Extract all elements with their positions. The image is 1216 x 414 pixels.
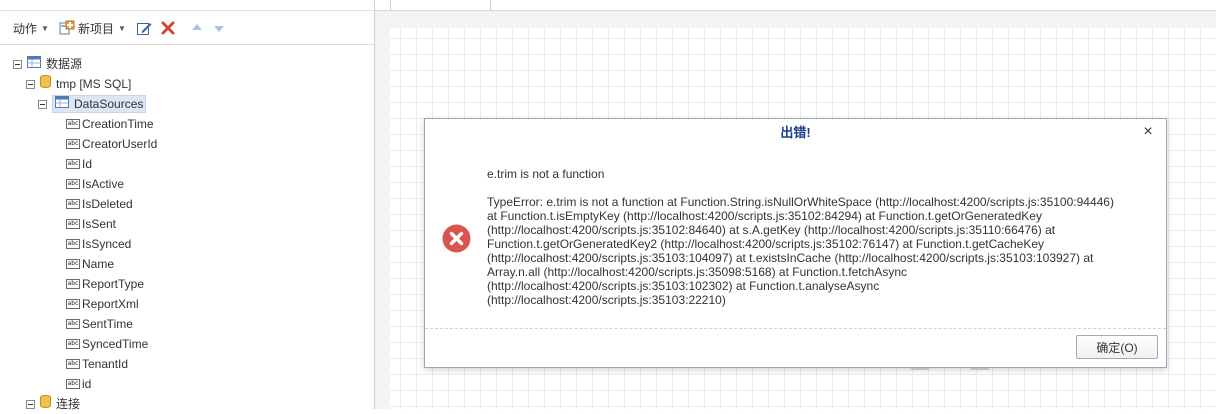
designer-tab-strip	[375, 0, 1216, 11]
error-stack-trace: TypeError: e.trim is not a function at F…	[487, 195, 1114, 307]
database-icon	[40, 74, 51, 94]
tree-field-label: IsDeleted	[82, 197, 133, 211]
tree-field-item[interactable]: abc ReportType	[0, 274, 374, 294]
string-field-icon: abc	[66, 279, 80, 289]
tree-field-item[interactable]: abc IsActive	[0, 174, 374, 194]
string-field-icon: abc	[66, 239, 80, 249]
tree-field-label: IsSynced	[82, 237, 132, 251]
error-icon	[442, 224, 471, 253]
tab-divider	[390, 0, 391, 10]
collapse-toggle-icon[interactable]	[38, 99, 47, 109]
tree-node-label: 连接	[56, 397, 81, 411]
delete-icon[interactable]	[160, 20, 176, 36]
tree-field-label: CreationTime	[82, 117, 154, 131]
tree-field-label: SyncedTime	[82, 337, 149, 351]
ok-button[interactable]: 确定(O)	[1076, 335, 1158, 359]
tree-field-label: ReportXml	[82, 297, 139, 311]
data-dictionary-panel: 动作 ▼ 新项目 ▼ 数据源 tmp [MS SQL] DataSources …	[0, 0, 375, 411]
error-dialog: 出错! × e.trim is not a function TypeError…	[424, 118, 1167, 368]
selected-node: DataSources	[52, 95, 147, 113]
close-icon[interactable]: ×	[1140, 124, 1156, 140]
table-icon	[55, 96, 69, 112]
tree-field-label: ReportType	[82, 277, 145, 291]
tree-node-connection[interactable]: tmp [MS SQL]	[0, 74, 374, 94]
tree-field-item[interactable]: abc IsSent	[0, 214, 374, 234]
tree-field-label: id	[82, 377, 92, 391]
tree-field-label: IsSent	[82, 217, 117, 231]
panel-top-strip	[0, 0, 374, 11]
collapse-toggle-icon[interactable]	[26, 399, 35, 409]
field-list: abc CreationTime abc CreatorUserId abc Id abc I…	[0, 114, 374, 394]
chevron-down-icon: ▼	[117, 23, 126, 33]
tree-field-label: TenantId	[82, 357, 129, 371]
collapse-toggle-icon[interactable]	[26, 79, 35, 89]
string-field-icon: abc	[66, 139, 80, 149]
tree-node-label: DataSources	[74, 97, 144, 111]
string-field-icon: abc	[66, 179, 80, 189]
database-icon	[40, 394, 51, 414]
move-down-icon[interactable]	[212, 21, 226, 35]
collapse-toggle-icon[interactable]	[13, 59, 22, 69]
new-item-label: 新项目	[77, 21, 114, 36]
tree-field-label: IsActive	[82, 177, 125, 191]
tree-field-item[interactable]: abc TenantId	[0, 354, 374, 374]
datasource-folder-icon	[27, 54, 41, 74]
new-item-menu[interactable]: 新项目 ▼	[59, 20, 126, 37]
move-up-icon[interactable]	[190, 21, 204, 35]
tree-node-label: 数据源	[46, 57, 83, 71]
dialog-title: 出错!	[780, 125, 811, 140]
tree-field-label: Name	[82, 257, 115, 271]
tree-field-item[interactable]: abc SentTime	[0, 314, 374, 334]
edit-icon[interactable]	[136, 20, 152, 36]
string-field-icon: abc	[66, 359, 80, 369]
tree-field-label: CreatorUserId	[82, 137, 158, 151]
dictionary-toolbar: 动作 ▼ 新项目 ▼	[0, 12, 374, 45]
error-message: e.trim is not a function	[487, 167, 605, 181]
actions-menu-label: 动作	[13, 21, 38, 36]
tree-field-item[interactable]: abc IsDeleted	[0, 194, 374, 214]
string-field-icon: abc	[66, 299, 80, 309]
dialog-footer-divider	[425, 328, 1166, 329]
tree-field-item[interactable]: abc IsSynced	[0, 234, 374, 254]
new-item-icon	[59, 20, 75, 36]
tree-node-table[interactable]: DataSources	[0, 94, 374, 114]
chevron-down-icon: ▼	[41, 23, 49, 33]
tree-field-item[interactable]: abc Id	[0, 154, 374, 174]
tree-field-item[interactable]: abc CreatorUserId	[0, 134, 374, 154]
tree-field-label: Id	[82, 157, 93, 171]
tree-field-item[interactable]: abc id	[0, 374, 374, 394]
string-field-icon: abc	[66, 219, 80, 229]
string-field-icon: abc	[66, 199, 80, 209]
string-field-icon: abc	[66, 159, 80, 169]
dictionary-tree: 数据源 tmp [MS SQL] DataSources abc Creatio…	[0, 54, 374, 414]
tree-field-item[interactable]: abc ReportXml	[0, 294, 374, 314]
string-field-icon: abc	[66, 379, 80, 389]
tree-field-item[interactable]: abc CreationTime	[0, 114, 374, 134]
tree-field-item[interactable]: abc SyncedTime	[0, 334, 374, 354]
tab-divider	[490, 0, 491, 10]
tree-field-label: SentTime	[82, 317, 133, 331]
tree-field-item[interactable]: abc Name	[0, 254, 374, 274]
string-field-icon: abc	[66, 339, 80, 349]
string-field-icon: abc	[66, 259, 80, 269]
tree-node-datasources-root[interactable]: 数据源	[0, 54, 374, 74]
string-field-icon: abc	[66, 319, 80, 329]
actions-menu[interactable]: 动作 ▼	[13, 20, 49, 37]
string-field-icon: abc	[66, 119, 80, 129]
tree-node-label: tmp [MS SQL]	[56, 77, 132, 91]
tree-node-connections[interactable]: 连接	[0, 394, 374, 414]
